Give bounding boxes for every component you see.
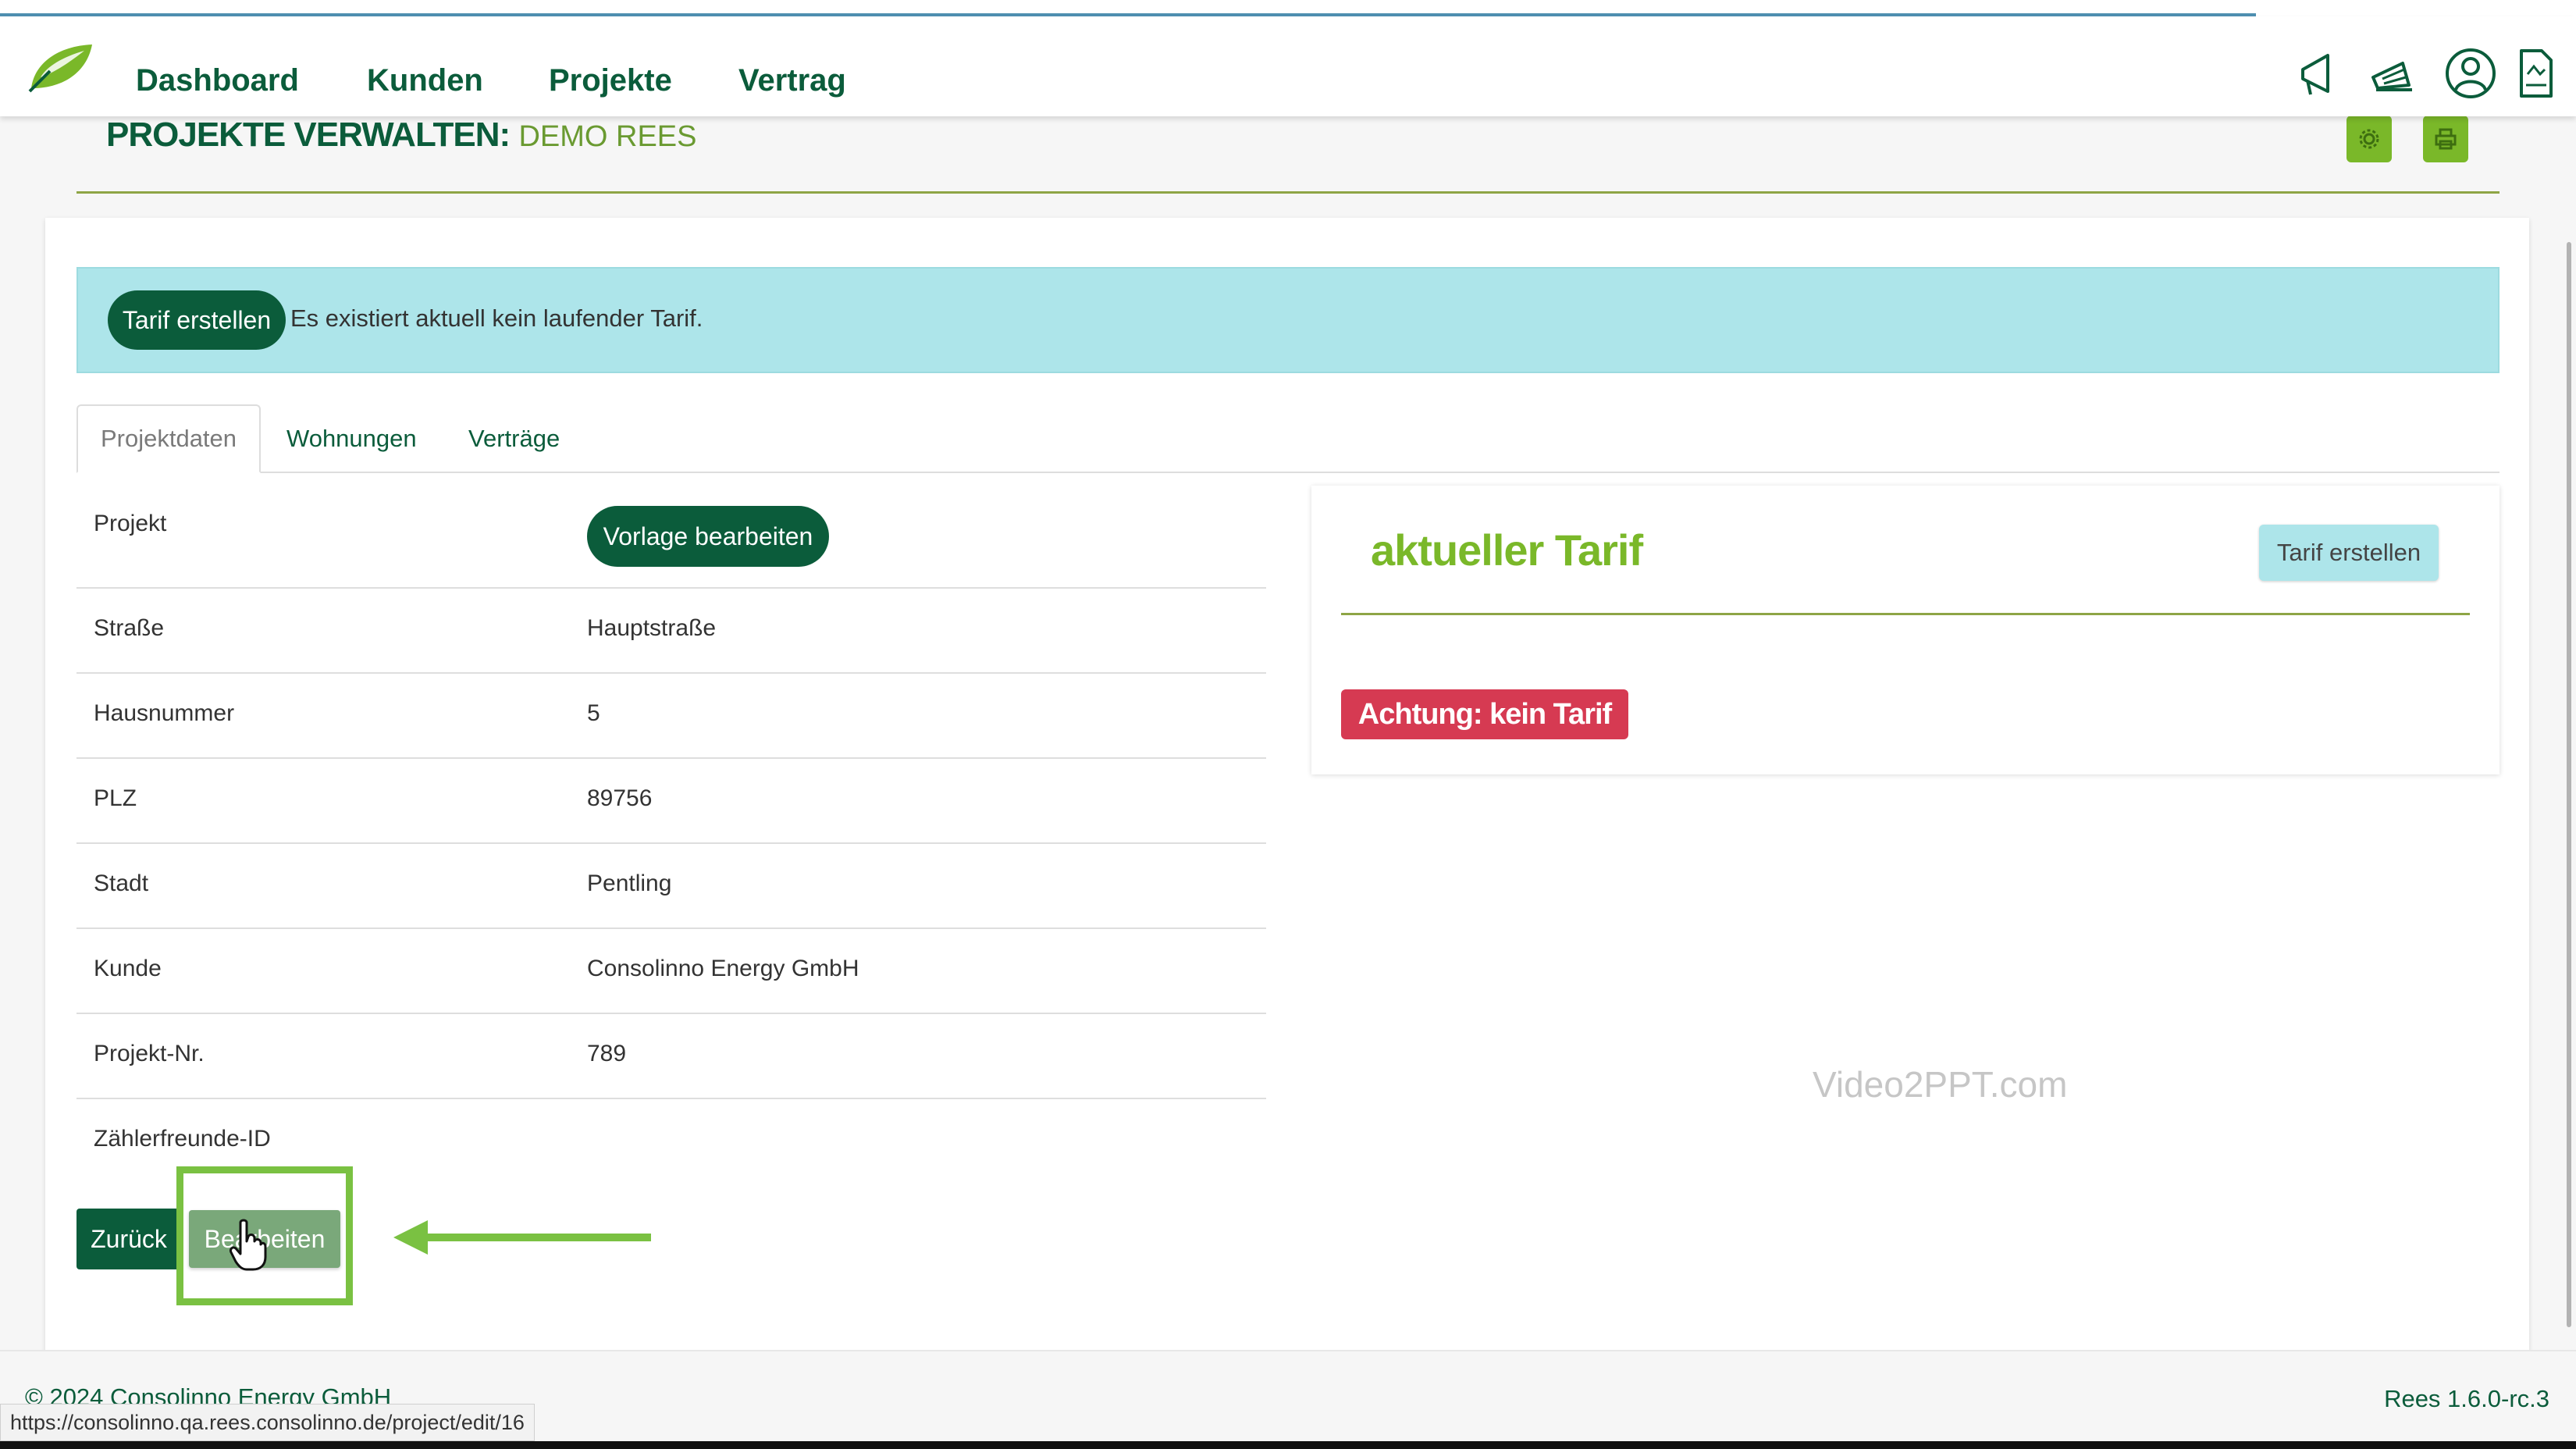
row-label: Hausnummer	[94, 700, 235, 726]
create-tarif-button[interactable]: Tarif erstellen	[2259, 525, 2439, 581]
back-button[interactable]: Zurück	[76, 1209, 181, 1269]
no-tarif-warning-badge: Achtung: kein Tarif	[1341, 689, 1628, 739]
row-label: Zählerfreunde-ID	[94, 1126, 271, 1152]
page-title: PROJEKTE VERWALTEN: DEMO REES	[106, 116, 697, 154]
table-row: Stadt Pentling	[76, 844, 1266, 929]
settings-button[interactable]	[2347, 116, 2392, 162]
edit-template-button[interactable]: Vorlage bearbeiten	[587, 506, 829, 567]
top-navbar: Dashboard Kunden Projekte Vertrag	[0, 16, 2576, 116]
arrow-left-icon	[393, 1220, 651, 1255]
table-row: Projekt-Nr. 789	[76, 1014, 1266, 1099]
tarif-divider	[1341, 613, 2470, 615]
row-value: Pentling	[587, 870, 672, 896]
row-value: Consolinno Energy GmbH	[587, 956, 859, 981]
nav-projekte[interactable]: Projekte	[549, 63, 672, 98]
header-divider	[76, 191, 2500, 194]
table-row: Zählerfreunde-ID	[76, 1099, 1266, 1177]
screen-bottom-edge	[0, 1441, 2576, 1449]
page-scrollbar[interactable]	[2567, 242, 2571, 1327]
table-row: Straße Hauptstraße	[76, 589, 1266, 674]
tab-projektdaten[interactable]: Projektdaten	[76, 404, 261, 473]
nav-kunden[interactable]: Kunden	[367, 63, 483, 98]
row-value: 5	[587, 700, 600, 726]
row-value: Hauptstraße	[587, 615, 717, 641]
nav-vertrag[interactable]: Vertrag	[738, 63, 846, 98]
table-row: PLZ 89756	[76, 759, 1266, 844]
status-bar-url: https://consolinno.qa.rees.consolinno.de…	[0, 1404, 535, 1441]
gear-icon	[2359, 129, 2379, 149]
row-label: Kunde	[94, 956, 162, 981]
row-value: 789	[587, 1041, 627, 1066]
print-icon	[2435, 128, 2457, 150]
alert-message: Es existiert aktuell kein laufender Tari…	[290, 304, 703, 332]
row-label: Stadt	[94, 870, 149, 896]
alert-create-tarif-button[interactable]: Tarif erstellen	[108, 290, 286, 350]
browser-top-strip	[0, 0, 2576, 16]
document-icon[interactable]	[2517, 46, 2556, 101]
row-label: Straße	[94, 615, 165, 641]
tabs-divider	[76, 472, 2500, 473]
table-row: Kunde Consolinno Energy GmbH	[76, 929, 1266, 1014]
table-row: Projekt Vorlage bearbeiten	[76, 484, 1266, 589]
print-button[interactable]	[2423, 116, 2468, 162]
leaf-logo-icon[interactable]	[27, 40, 95, 94]
row-label: Projekt-Nr.	[94, 1041, 205, 1066]
nav-dashboard[interactable]: Dashboard	[136, 63, 299, 98]
row-label: PLZ	[94, 785, 137, 811]
project-name: DEMO REES	[518, 120, 697, 153]
user-account-icon[interactable]	[2443, 46, 2498, 101]
row-value: 89756	[587, 785, 653, 811]
tab-vertraege[interactable]: Verträge	[468, 404, 560, 473]
row-label: Projekt	[94, 511, 167, 536]
tarif-card-title: aktueller Tarif	[1371, 525, 1643, 575]
hand-cursor-icon	[229, 1219, 267, 1271]
watermark: Video2PPT.com	[1813, 1064, 2068, 1105]
table-row: Hausnummer 5	[76, 674, 1266, 759]
announcement-icon[interactable]	[2368, 46, 2415, 101]
tab-wohnungen[interactable]: Wohnungen	[286, 404, 417, 473]
megaphone-icon[interactable]	[2295, 46, 2342, 101]
app-version: Rees 1.6.0-rc.3	[2384, 1385, 2549, 1412]
